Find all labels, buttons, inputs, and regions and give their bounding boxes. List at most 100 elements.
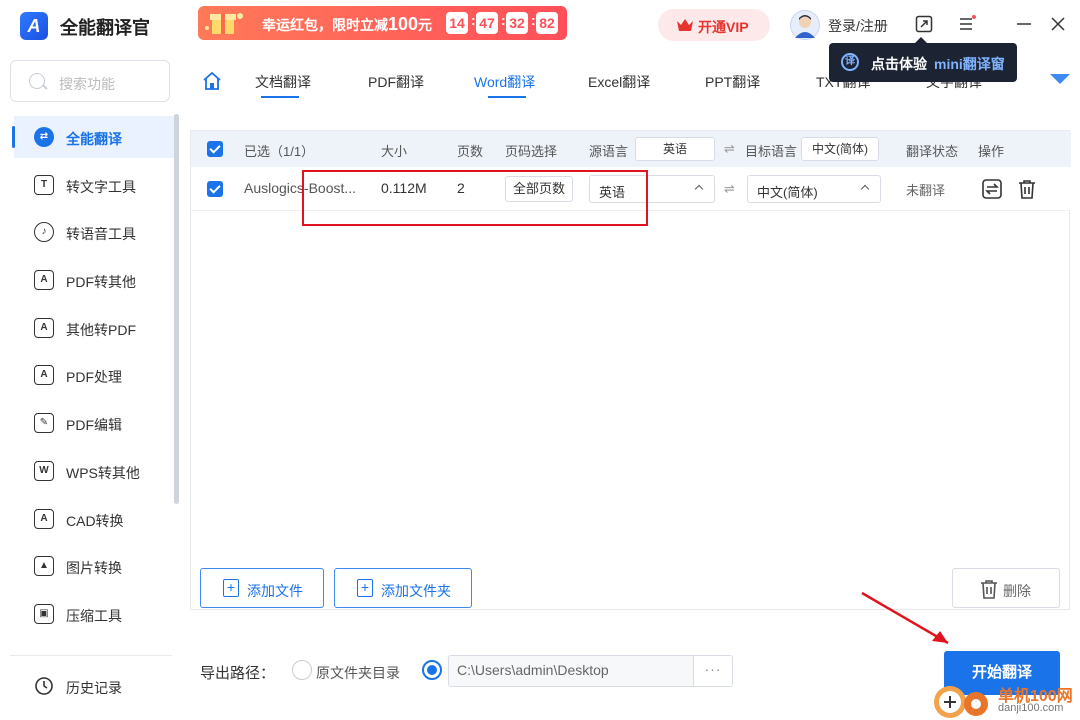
target-lang-dropdown[interactable]: 中文(简体) — [747, 175, 881, 203]
add-file-button[interactable]: + 添加文件 — [200, 568, 324, 608]
header-source-lang: 源语言 — [589, 144, 629, 159]
user-icon — [795, 15, 815, 38]
tab-excel[interactable]: Excel翻译 — [588, 72, 650, 92]
export-path-label: 导出路径： — [200, 665, 276, 682]
wps-icon: W — [34, 461, 54, 481]
mini-window-tooltip[interactable]: 译 点击体验 mini翻译窗 — [829, 37, 1017, 82]
app-logo-icon: A — [20, 12, 48, 40]
compress-icon: ▣ — [34, 604, 54, 624]
sidebar-item-label: 图片转换 — [66, 560, 122, 576]
tab-ppt[interactable]: PPT翻译 — [705, 72, 760, 92]
app-title: 全能翻译官 — [60, 18, 150, 38]
sidebar-divider — [10, 655, 172, 656]
timer-seconds: 32 — [506, 12, 528, 34]
source-lang-dropdown[interactable]: 英语 — [589, 175, 715, 203]
radio-original-folder-label: 原文件夹目录 — [316, 665, 400, 681]
sidebar-item-label: PDF处理 — [66, 369, 122, 385]
row-checkbox[interactable] — [207, 181, 223, 197]
source-lang-all-select[interactable]: 英语 — [635, 137, 715, 161]
sidebar-item-label: PDF转其他 — [66, 274, 136, 290]
minimize-icon[interactable] — [1014, 14, 1034, 34]
to-pdf-icon: A — [34, 318, 54, 338]
timer-minutes: 47 — [476, 12, 498, 34]
avatar[interactable] — [790, 10, 820, 40]
header-selected: 已选（1/1） — [244, 144, 315, 159]
image-icon: ▲ — [34, 556, 54, 576]
target-lang-value: 中文(简体) — [757, 185, 818, 200]
sidebar-item-label: 转语音工具 — [66, 226, 136, 242]
target-lang-all-select[interactable]: 中文(简体) — [801, 137, 879, 161]
sidebar-item-text-tool[interactable]: T 转文字工具 — [14, 164, 174, 206]
sidebar-item-pdf-edit[interactable]: ✎ PDF编辑 — [14, 402, 174, 444]
sidebar-item-compress[interactable]: ▣ 压缩工具 — [14, 593, 174, 635]
tooltip-highlight: mini翻译窗 — [934, 56, 1005, 72]
header-pages: 页数 — [457, 144, 484, 159]
tab-pdf[interactable]: PDF翻译 — [368, 72, 424, 92]
add-file-label: 添加文件 — [247, 583, 303, 599]
sidebar: 搜索功能 ⇄ 全能翻译 T 转文字工具 ♪ 转语音工具 A PDF转其他 A 其… — [0, 50, 182, 720]
promo-text: 幸运红包，限时立减100元 — [262, 14, 433, 34]
menu-icon[interactable] — [957, 14, 977, 34]
sidebar-item-wps[interactable]: W WPS转其他 — [14, 450, 174, 492]
header-action: 操作 — [978, 144, 1005, 159]
header-target-lang: 目标语言 — [745, 144, 798, 159]
sidebar-item-label: 转文字工具 — [66, 179, 136, 195]
gift-icon — [205, 13, 243, 34]
translate-icon: 译 — [841, 53, 859, 71]
sidebar-scrollbar[interactable] — [174, 114, 179, 504]
crown-icon — [677, 19, 693, 31]
tooltip-text: 点击体验 — [871, 56, 927, 72]
sidebar-item-history[interactable]: 历史记录 — [14, 665, 174, 707]
file-table: 已选（1/1） 大小 页数 页码选择 源语言 英语 ⇌ 目标语言 中文(简体) … — [190, 130, 1071, 610]
select-all-checkbox[interactable] — [207, 141, 223, 157]
tab-doc[interactable]: 文档翻译 — [255, 72, 311, 92]
close-icon[interactable] — [1048, 14, 1068, 34]
pdf-process-icon: A — [34, 365, 54, 385]
vip-label: 开通VIP — [698, 19, 749, 35]
swap-icon[interactable]: ⇌ — [724, 181, 735, 197]
swap-icon[interactable]: ⇌ — [724, 141, 735, 157]
add-folder-button[interactable]: + 添加文件夹 — [334, 568, 472, 608]
sidebar-item-pdf-to-other[interactable]: A PDF转其他 — [14, 259, 174, 301]
tab-word[interactable]: Word翻译 — [474, 72, 535, 92]
pdf-convert-icon: A — [34, 270, 54, 290]
search-input[interactable]: 搜索功能 — [10, 60, 170, 102]
sidebar-item-pdf-process[interactable]: A PDF处理 — [14, 354, 174, 396]
mini-window-icon[interactable] — [914, 14, 934, 34]
add-folder-icon: + — [357, 579, 373, 597]
timer-hours: 14 — [446, 12, 468, 34]
chevron-up-icon — [694, 184, 704, 194]
home-icon[interactable] — [202, 72, 222, 90]
promo-banner[interactable]: 幸运红包，限时立减100元 14 : 47 : 32 : 82 — [198, 6, 567, 40]
sidebar-item-label: WPS转其他 — [66, 465, 140, 481]
sidebar-item-label: 压缩工具 — [66, 608, 122, 624]
sidebar-item-cad[interactable]: A CAD转换 — [14, 498, 174, 540]
radio-original-folder[interactable] — [292, 660, 312, 680]
radio-custom-path[interactable] — [422, 660, 442, 680]
history-icon — [35, 677, 53, 695]
replace-icon[interactable] — [982, 179, 1002, 199]
chevron-up-icon — [860, 184, 870, 194]
add-folder-label: 添加文件夹 — [381, 583, 451, 599]
header-page-select: 页码选择 — [505, 144, 558, 159]
trash-icon[interactable] — [1017, 179, 1037, 199]
tabs-more-icon[interactable] — [1050, 74, 1070, 84]
pdf-edit-icon: ✎ — [34, 413, 54, 433]
voice-icon: ♪ — [34, 222, 54, 242]
export-path-input[interactable]: C:\Users\admin\Desktop — [448, 655, 694, 687]
main-panel: 文档翻译 PDF翻译 Word翻译 Excel翻译 PPT翻译 TXT翻译 文字… — [182, 50, 1080, 720]
delete-button[interactable]: 删除 — [952, 568, 1060, 608]
translate-icon: ⇄ — [34, 127, 54, 147]
add-file-icon: + — [223, 579, 239, 597]
vip-button[interactable]: 开通VIP — [658, 9, 770, 41]
browse-button[interactable]: ··· — [693, 655, 733, 687]
timer-ms: 82 — [536, 12, 558, 34]
sidebar-item-image[interactable]: ▲ 图片转换 — [14, 545, 174, 587]
sidebar-item-translate[interactable]: ⇄ 全能翻译 — [12, 116, 174, 158]
sidebar-item-voice-tool[interactable]: ♪ 转语音工具 — [14, 211, 174, 253]
file-name: Auslogics-Boost... — [244, 180, 357, 196]
sidebar-item-other-to-pdf[interactable]: A 其他转PDF — [14, 307, 174, 349]
page-select-button[interactable]: 全部页数 — [505, 176, 573, 202]
login-link[interactable]: 登录/注册 — [828, 16, 888, 36]
sidebar-item-label: 全能翻译 — [66, 131, 122, 147]
